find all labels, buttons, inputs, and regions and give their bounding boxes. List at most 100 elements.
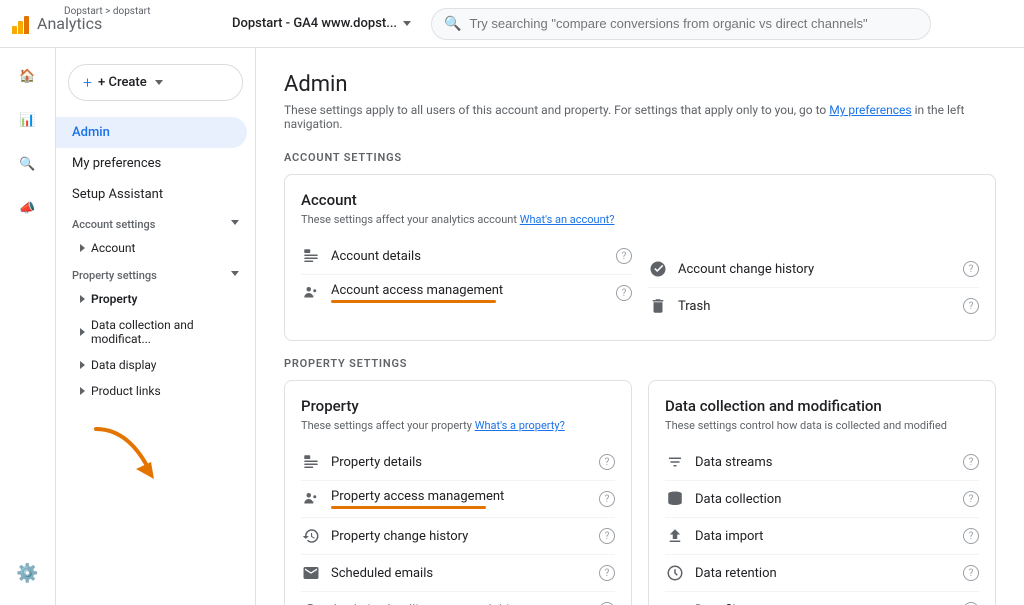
nav-explore[interactable]: 🔍: [8, 144, 48, 184]
subtitle-text: These settings apply to all users of thi…: [284, 103, 826, 117]
data-import-help[interactable]: ?: [963, 528, 979, 544]
intelligence-item[interactable]: Analytics Intelligence search history ?: [301, 592, 615, 605]
nav-settings[interactable]: ⚙️: [8, 553, 48, 593]
sidebar-sub-product-links[interactable]: Product links: [56, 378, 255, 404]
property-details-help[interactable]: ?: [599, 454, 615, 470]
sidebar-item-admin[interactable]: Admin: [56, 117, 247, 148]
property-history-icon: [301, 526, 321, 546]
data-collection-arrow-icon: [80, 328, 85, 336]
create-button[interactable]: + + Create: [68, 64, 243, 101]
nav-home[interactable]: 🏠: [8, 56, 48, 96]
property-access-item[interactable]: Property access management ?: [301, 481, 615, 518]
sidebar-sub-property[interactable]: Property: [56, 286, 255, 312]
trash-label: Trash: [678, 299, 953, 314]
account-card-right: Account change history ? Trash ?: [648, 191, 979, 324]
property-history-item[interactable]: Property change history ?: [301, 518, 615, 555]
create-chevron-icon: [155, 80, 163, 85]
nav-advertising[interactable]: 📣: [8, 188, 48, 228]
preferences-label: My preferences: [72, 156, 161, 171]
account-settings-label: Account settings: [72, 218, 155, 231]
property-access-help[interactable]: ?: [599, 491, 615, 507]
content-area: Admin These settings apply to all users …: [256, 48, 1024, 605]
account-card-left: Account These settings affect your analy…: [301, 191, 632, 324]
data-streams-help[interactable]: ?: [963, 454, 979, 470]
sidebar-sub-data-display[interactable]: Data display: [56, 352, 255, 378]
data-filters-item[interactable]: Data filters ?: [665, 592, 979, 605]
data-retention-help[interactable]: ?: [963, 565, 979, 581]
account-history-label: Account change history: [678, 262, 953, 277]
account-card-title: Account: [301, 191, 632, 209]
logo-bar-2: [18, 21, 23, 34]
account-access-help[interactable]: ?: [616, 285, 632, 301]
reports-icon: 📊: [19, 113, 35, 128]
scheduled-emails-help[interactable]: ?: [599, 565, 615, 581]
whats-property-link[interactable]: What's a property?: [475, 419, 565, 432]
settings-icon: ⚙️: [16, 563, 38, 584]
account-settings-chevron: [231, 220, 239, 229]
data-streams-icon: [665, 452, 685, 472]
arrow-annotation: [86, 424, 255, 488]
logo-bar-1: [12, 26, 17, 34]
sidebar: + + Create Admin My preferences Setup As…: [56, 48, 256, 605]
account-access-icon: [301, 283, 321, 303]
data-collection-item[interactable]: Data collection ?: [665, 481, 979, 518]
data-collection-sub-label: Data collection and modificat...: [91, 318, 239, 346]
plus-icon: +: [83, 73, 92, 92]
product-links-arrow-icon: [80, 387, 85, 395]
search-bar[interactable]: 🔍: [431, 8, 931, 40]
sidebar-sub-account[interactable]: Account: [56, 235, 255, 261]
data-display-arrow-icon: [80, 361, 85, 369]
account-selector[interactable]: Dopstart - GA4 www.dopst...: [224, 12, 419, 35]
data-streams-item[interactable]: Data streams ?: [665, 444, 979, 481]
search-input[interactable]: [469, 16, 918, 31]
data-collection-card-subtitle: These settings control how data is colle…: [665, 419, 979, 432]
analytics-logo: [12, 14, 29, 34]
property-history-help[interactable]: ?: [599, 528, 615, 544]
account-history-help[interactable]: ?: [963, 261, 979, 277]
sidebar-item-preferences[interactable]: My preferences: [56, 148, 247, 179]
scheduled-emails-item[interactable]: Scheduled emails ?: [301, 555, 615, 592]
data-import-item[interactable]: Data import ?: [665, 518, 979, 555]
data-collection-item-label: Data collection: [695, 492, 953, 507]
sidebar-sub-data-collection[interactable]: Data collection and modificat...: [56, 312, 255, 352]
data-retention-item[interactable]: Data retention ?: [665, 555, 979, 592]
property-access-label: Property access management: [331, 489, 504, 504]
property-details-item[interactable]: Property details ?: [301, 444, 615, 481]
property-card-subtitle: These settings affect your property What…: [301, 419, 615, 432]
property-settings-section[interactable]: Property settings: [56, 261, 255, 286]
data-collection-item-help[interactable]: ?: [963, 491, 979, 507]
property-details-label: Property details: [331, 455, 589, 470]
account-name: Dopstart - GA4 www.dopst...: [232, 16, 397, 31]
trash-item[interactable]: Trash ?: [648, 288, 979, 324]
nav-reports[interactable]: 📊: [8, 100, 48, 140]
data-retention-label: Data retention: [695, 566, 953, 581]
logo-bar-3: [24, 16, 29, 34]
account-details-help[interactable]: ?: [616, 248, 632, 264]
account-details-label: Account details: [331, 249, 606, 264]
account-history-item[interactable]: Account change history ?: [648, 251, 979, 288]
property-access-icon: [301, 489, 321, 509]
search-icon: 🔍: [444, 16, 461, 32]
property-access-underline: [331, 506, 486, 509]
data-display-sub-label: Data display: [91, 358, 156, 372]
account-card: Account These settings affect your analy…: [284, 174, 996, 341]
create-button-label: + Create: [98, 75, 147, 90]
property-history-label: Property change history: [331, 529, 589, 544]
product-links-sub-label: Product links: [91, 384, 161, 398]
property-settings-header: PROPERTY SETTINGS: [284, 357, 996, 370]
trash-help[interactable]: ?: [963, 298, 979, 314]
scheduled-emails-icon: [301, 563, 321, 583]
account-history-icon: [648, 259, 668, 279]
account-details-item[interactable]: Account details ?: [301, 238, 632, 275]
account-access-label: Account access management: [331, 283, 503, 298]
account-access-item[interactable]: Account access management ?: [301, 275, 632, 311]
data-collection-item-icon: [665, 489, 685, 509]
sidebar-item-setup[interactable]: Setup Assistant: [56, 179, 247, 210]
account-settings-header: ACCOUNT SETTINGS: [284, 151, 996, 164]
page-subtitle: These settings apply to all users of thi…: [284, 103, 996, 131]
scheduled-emails-label: Scheduled emails: [331, 566, 589, 581]
property-details-icon: [301, 452, 321, 472]
my-preferences-link[interactable]: My preferences: [829, 103, 911, 117]
whats-account-link[interactable]: What's an account?: [520, 213, 615, 226]
account-settings-section[interactable]: Account settings: [56, 210, 255, 235]
